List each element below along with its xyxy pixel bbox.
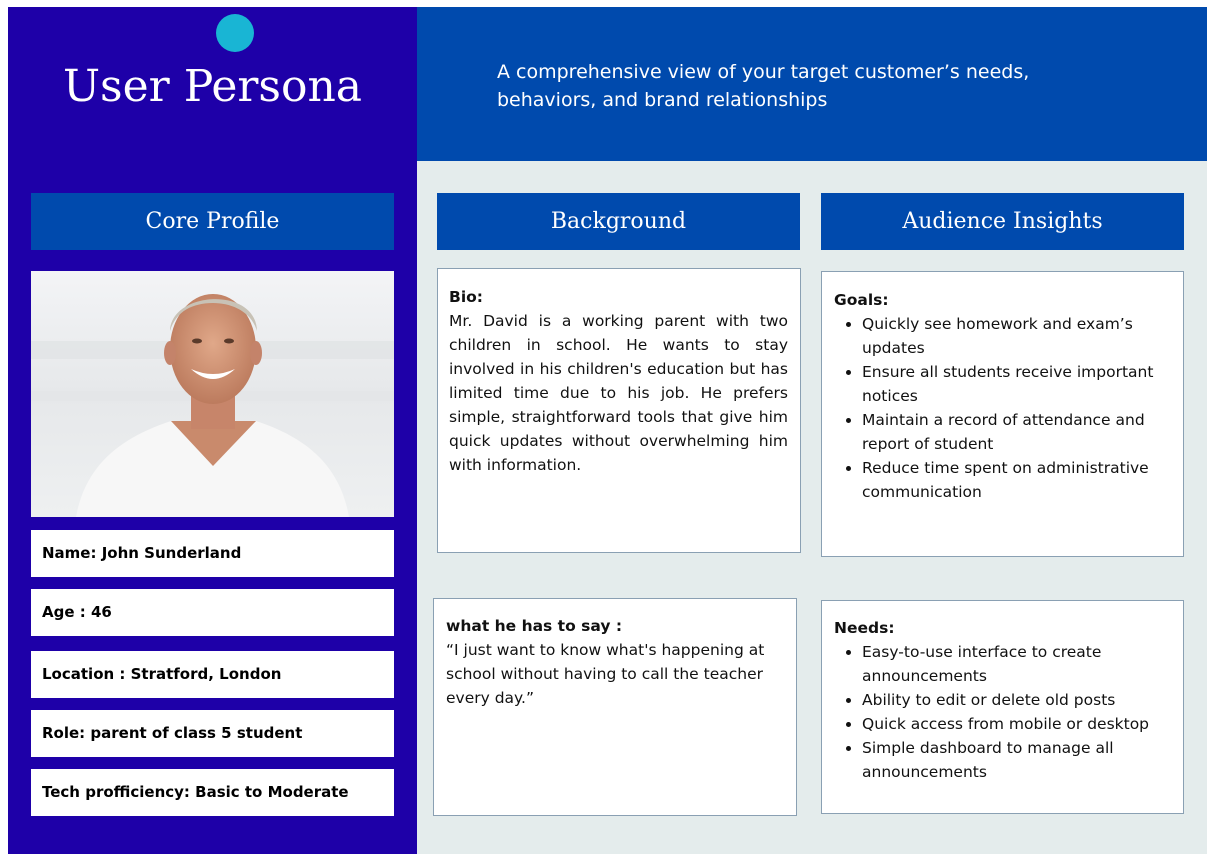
list-item: Simple dashboard to manage all announcem… [862, 736, 1171, 784]
list-item: Ensure all students receive important no… [862, 360, 1171, 408]
profile-role: Role: parent of class 5 student [31, 710, 394, 757]
bio-text: Mr. David is a working parent with two c… [449, 312, 788, 474]
needs-card: Needs: Easy-to-use interface to create a… [821, 600, 1184, 814]
profile-tech-proficiency: Tech profficiency: Basic to Moderate [31, 769, 394, 816]
list-item: Maintain a record of attendance and repo… [862, 408, 1171, 456]
persona-photo [31, 271, 394, 517]
goals-label: Goals: [834, 291, 889, 309]
goals-list: Quickly see homework and exam’s updates … [834, 312, 1171, 504]
page-subtitle: A comprehensive view of your target cust… [497, 61, 1030, 111]
goals-card: Goals: Quickly see homework and exam’s u… [821, 271, 1184, 557]
needs-list: Easy-to-use interface to create announce… [834, 640, 1171, 784]
quote-card: what he has to say : “I just want to kno… [433, 598, 797, 816]
needs-label: Needs: [834, 619, 895, 637]
profile-location: Location : Stratford, London [31, 651, 394, 698]
list-item: Quick access from mobile or desktop [862, 712, 1171, 736]
profile-name: Name: John Sunderland [31, 530, 394, 577]
quote-label: what he has to say : [446, 617, 623, 635]
bio-card: Bio: Mr. David is a working parent with … [437, 268, 801, 553]
bio-label: Bio: [449, 288, 483, 306]
list-item: Ability to edit or delete old posts [862, 688, 1171, 712]
quote-text: “I just want to know what's happening at… [446, 641, 765, 707]
list-item: Reduce time spent on administrative comm… [862, 456, 1171, 504]
audience-insights-heading: Audience Insights [821, 193, 1184, 250]
background-heading: Background [437, 193, 800, 250]
profile-age: Age : 46 [31, 589, 394, 636]
decorative-dot-icon [216, 14, 254, 52]
list-item: Quickly see homework and exam’s updates [862, 312, 1171, 360]
core-profile-heading: Core Profile [31, 193, 394, 250]
list-item: Easy-to-use interface to create announce… [862, 640, 1171, 688]
page-title: User Persona [62, 61, 363, 112]
